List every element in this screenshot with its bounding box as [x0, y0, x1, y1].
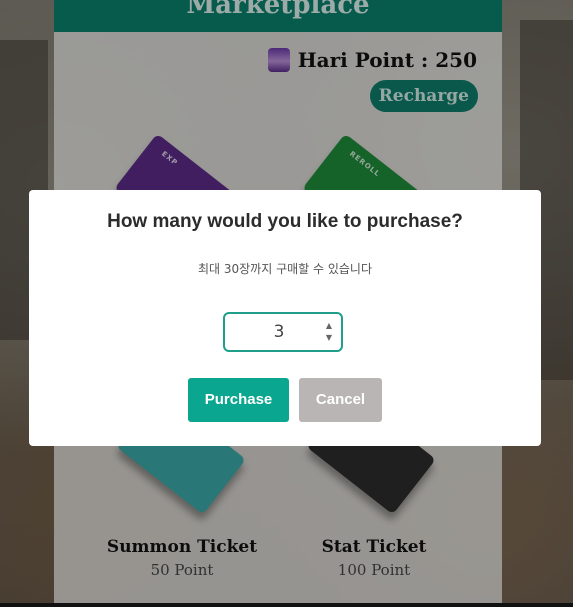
quantity-value[interactable]: 3 [225, 314, 333, 350]
purchase-dialog: How many would you like to purchase? 최대 … [29, 190, 541, 446]
quantity-stepper[interactable]: ▲ ▼ [323, 320, 335, 344]
chevron-up-icon[interactable]: ▲ [323, 320, 335, 332]
dialog-subtitle: 최대 30장까지 구매할 수 있습니다 [197, 262, 373, 276]
bottom-bar [0, 603, 573, 607]
dialog-title: How many would you like to purchase? [107, 211, 463, 232]
chevron-down-icon[interactable]: ▼ [323, 332, 335, 344]
cancel-button[interactable]: Cancel [299, 378, 382, 422]
purchase-button[interactable]: Purchase [188, 378, 289, 422]
quantity-input[interactable]: 3 ▲ ▼ [223, 312, 343, 352]
